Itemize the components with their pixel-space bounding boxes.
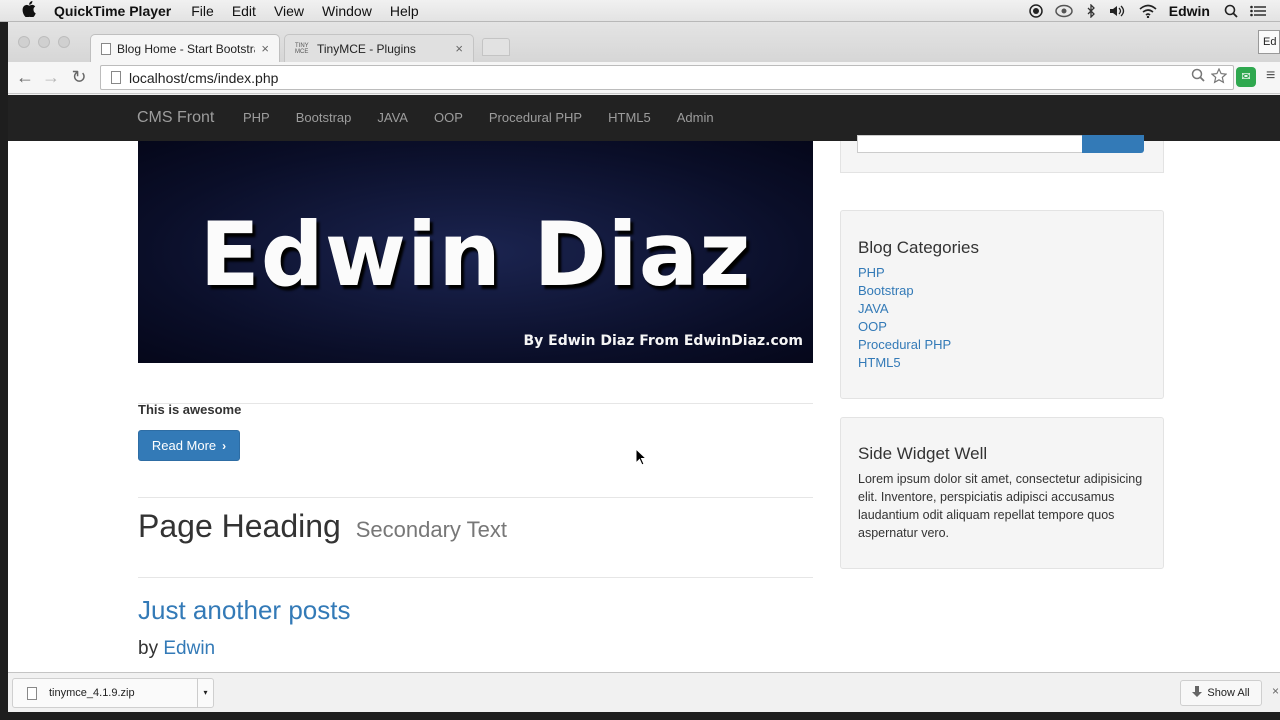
menu-extras: Edwin: [1029, 0, 1280, 22]
page-info-icon[interactable]: [111, 71, 121, 84]
category-link-bootstrap[interactable]: Bootstrap: [858, 282, 951, 300]
navbar-links: PHP Bootstrap JAVA OOP Procedural PHP HT…: [230, 110, 727, 125]
menu-window[interactable]: Window: [322, 3, 372, 19]
page-viewport: CMS Front PHP Bootstrap JAVA OOP Procedu…: [8, 95, 1280, 672]
side-widget-text: Lorem ipsum dolor sit amet, consectetur …: [858, 472, 1143, 540]
page-heading: Page Heading Secondary Text: [138, 508, 507, 545]
side-widget-well: Side Widget Well Lorem ipsum dolor sit a…: [840, 417, 1164, 569]
nav-link-html5[interactable]: HTML5: [595, 110, 664, 125]
nav-link-bootstrap[interactable]: Bootstrap: [283, 110, 365, 125]
category-link-php[interactable]: PHP: [858, 264, 951, 282]
read-more-label: Read More: [151, 438, 217, 453]
tab-title: Blog Home - Start Bootstra: [117, 41, 256, 56]
search-button[interactable]: [1082, 135, 1144, 153]
category-list: PHP Bootstrap JAVA OOP Procedural PHP HT…: [858, 264, 951, 372]
menu-app-name[interactable]: QuickTime Player: [54, 3, 171, 19]
bookmark-star-icon[interactable]: [1210, 67, 1228, 88]
menu-bar: QuickTime Player File Edit View Window H…: [0, 0, 1280, 22]
menu-edit[interactable]: Edit: [232, 3, 256, 19]
spotlight-search-icon[interactable]: [1224, 4, 1238, 18]
page-heading-secondary: Secondary Text: [355, 517, 507, 542]
author-link[interactable]: Edwin: [163, 638, 215, 659]
tab-close-icon[interactable]: ×: [455, 41, 463, 56]
categories-heading: Blog Categories: [858, 238, 979, 257]
search-input[interactable]: [857, 135, 1083, 153]
volume-icon[interactable]: [1109, 4, 1127, 18]
user-name[interactable]: Edwin: [1169, 3, 1210, 19]
window-minimize-button[interactable]: [38, 36, 50, 48]
browser-window: Blog Home - Start Bootstra × TINY MCE Ti…: [8, 22, 1280, 720]
page-heading-title: Page Heading: [138, 508, 341, 544]
download-item[interactable]: tinymce_4.1.9.zip ▾: [12, 678, 214, 708]
close-shelf-icon[interactable]: ×: [1272, 684, 1279, 698]
url-text[interactable]: localhost/cms/index.php: [129, 70, 278, 86]
blog-categories-well: Blog Categories PHP Bootstrap JAVA OOP P…: [840, 210, 1164, 399]
nav-link-java[interactable]: JAVA: [364, 110, 421, 125]
window-close-button[interactable]: [18, 36, 30, 48]
record-icon[interactable]: [1029, 4, 1043, 18]
zoom-search-icon[interactable]: [1191, 68, 1205, 88]
show-all-label: Show All: [1207, 687, 1250, 699]
post-byline: by Edwin: [138, 638, 215, 660]
browser-toolbar: ← → ↻ localhost/cms/index.php ✉ ≡: [8, 62, 1280, 94]
back-button[interactable]: ←: [14, 66, 36, 88]
new-tab-button[interactable]: [482, 38, 510, 56]
bluetooth-icon[interactable]: [1085, 4, 1097, 18]
file-icon: [27, 686, 37, 700]
apple-menu-icon[interactable]: [18, 0, 40, 21]
download-options-icon[interactable]: ▾: [197, 678, 213, 708]
search-well: [840, 135, 1164, 173]
omnibox-actions: [1185, 67, 1228, 88]
notification-center-icon[interactable]: [1250, 5, 1266, 17]
tab-title: TinyMCE - Plugins: [317, 41, 416, 56]
download-arrow-icon: [1192, 685, 1203, 701]
menu-view[interactable]: View: [274, 3, 304, 19]
profile-button[interactable]: Ed: [1258, 30, 1280, 54]
read-more-button[interactable]: Read More ›: [138, 430, 240, 461]
navbar-brand[interactable]: CMS Front: [137, 109, 214, 127]
forward-button[interactable]: →: [40, 66, 62, 88]
tinymce-favicon-icon: TINY MCE: [295, 42, 309, 55]
divider: [138, 577, 813, 578]
download-filename[interactable]: tinymce_4.1.9.zip: [49, 687, 197, 699]
category-link-html5[interactable]: HTML5: [858, 354, 951, 372]
divider: [138, 497, 813, 498]
reload-button[interactable]: ↻: [68, 66, 90, 88]
image-title-text: Edwin Diaz: [199, 203, 752, 306]
nav-link-oop[interactable]: OOP: [421, 110, 476, 125]
wifi-icon[interactable]: [1139, 4, 1157, 18]
nav-link-php[interactable]: PHP: [230, 110, 283, 125]
tab-blog-home[interactable]: Blog Home - Start Bootstra ×: [90, 34, 280, 62]
chrome-menu-icon[interactable]: ≡: [1266, 67, 1275, 85]
image-caption-text: By Edwin Diaz From EdwinDiaz.com: [523, 333, 804, 349]
menu-help[interactable]: Help: [390, 3, 419, 19]
tab-close-icon[interactable]: ×: [261, 41, 269, 56]
page-favicon-icon: [101, 42, 111, 55]
desktop-strip: [8, 712, 1280, 720]
chevron-right-icon: ›: [222, 438, 227, 453]
menu-file[interactable]: File: [191, 3, 214, 19]
show-all-downloads-button[interactable]: Show All: [1180, 680, 1262, 706]
category-link-oop[interactable]: OOP: [858, 318, 951, 336]
post-excerpt: This is awesome: [138, 402, 242, 417]
post-featured-image: Edwin Diaz By Edwin Diaz From EdwinDiaz.…: [138, 141, 813, 363]
tab-strip: Blog Home - Start Bootstra × TINY MCE Ti…: [8, 22, 1280, 62]
post-title-link[interactable]: Just another posts: [138, 595, 350, 626]
download-shelf: tinymce_4.1.9.zip ▾ Show All ×: [8, 672, 1280, 712]
byline-by: by: [138, 638, 159, 659]
nav-link-admin[interactable]: Admin: [664, 110, 727, 125]
cloud-sync-icon[interactable]: [1055, 4, 1073, 18]
category-link-procedural-php[interactable]: Procedural PHP: [858, 336, 951, 354]
category-link-java[interactable]: JAVA: [858, 300, 951, 318]
nav-link-procedural-php[interactable]: Procedural PHP: [476, 110, 595, 125]
extension-icon[interactable]: ✉: [1236, 67, 1256, 87]
window-zoom-button[interactable]: [58, 36, 70, 48]
tab-tinymce-plugins[interactable]: TINY MCE TinyMCE - Plugins ×: [284, 34, 474, 62]
side-widget-heading: Side Widget Well: [858, 444, 988, 463]
address-bar[interactable]: localhost/cms/index.php: [100, 65, 1234, 90]
